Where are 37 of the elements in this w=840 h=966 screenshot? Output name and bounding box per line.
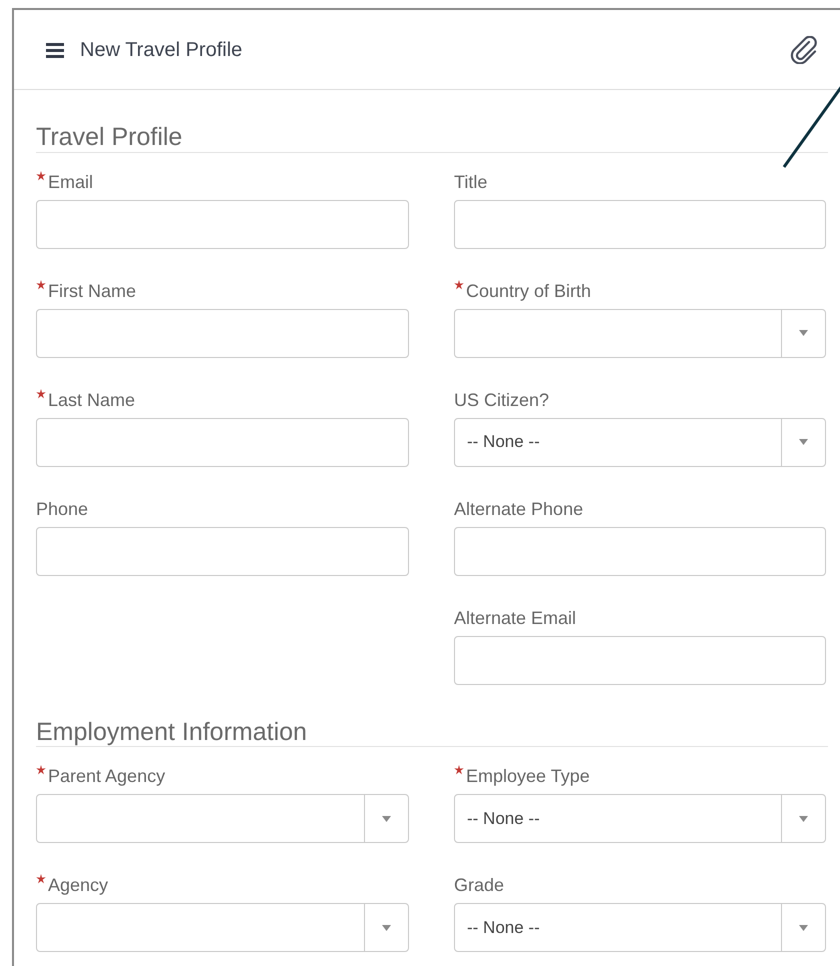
- input-field[interactable]: [454, 526, 826, 576]
- field-label: First Name: [48, 280, 136, 302]
- dropdown-field[interactable]: [454, 308, 826, 358]
- input-field[interactable]: [36, 526, 409, 576]
- section-title: Travel Profile: [36, 123, 182, 151]
- field-label: Alternate Email: [454, 606, 576, 630]
- paperclip-icon[interactable]: [790, 36, 820, 64]
- input-field[interactable]: [36, 200, 409, 248]
- field-label: Employee Type: [466, 765, 590, 788]
- caret-icon: [799, 330, 808, 336]
- dropdown-field[interactable]: [36, 903, 409, 952]
- caret-icon: [799, 439, 808, 445]
- menu-icon[interactable]: [46, 42, 64, 58]
- input-field[interactable]: [454, 636, 826, 684]
- input-field[interactable]: [36, 418, 409, 466]
- page-title: New Travel Profile: [80, 38, 242, 62]
- dropdown-field[interactable]: -- None --: [454, 418, 826, 466]
- caret-icon: [382, 924, 391, 930]
- field-label: Title: [454, 170, 488, 194]
- section-title: Employment Information: [36, 718, 307, 746]
- field-label: Phone: [36, 498, 88, 520]
- field-label: Alternate Phone: [454, 498, 584, 520]
- caret-icon: [799, 816, 808, 822]
- field-label: Last Name: [48, 388, 136, 412]
- field-label: Agency: [48, 874, 108, 897]
- caret-icon: [799, 924, 808, 930]
- field-label: Parent Agency: [48, 765, 166, 788]
- dropdown-field[interactable]: -- None --: [454, 903, 826, 952]
- dropdown-field[interactable]: -- None --: [454, 794, 826, 843]
- input-field[interactable]: [454, 200, 826, 248]
- input-field[interactable]: [36, 308, 409, 358]
- field-label: US Citizen?: [454, 388, 550, 412]
- field-label: Email: [48, 170, 94, 194]
- dropdown-field[interactable]: [36, 794, 409, 843]
- field-label: Country of Birth: [466, 280, 592, 303]
- field-label: Grade: [454, 874, 504, 897]
- caret-icon: [382, 816, 391, 822]
